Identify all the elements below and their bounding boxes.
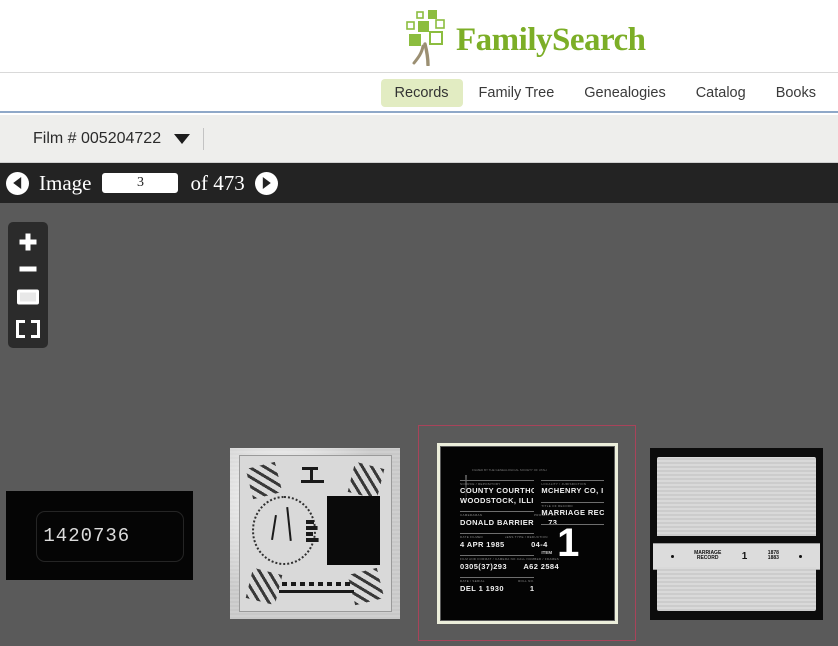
spine-dot-left	[671, 555, 674, 558]
target-frame	[239, 455, 392, 612]
tab-records[interactable]: Records	[381, 79, 463, 107]
image-label: Image	[39, 171, 91, 196]
zoom-control-panel	[8, 222, 48, 348]
target-caption-text	[282, 582, 351, 586]
tab-genealogies[interactable]: Genealogies	[570, 79, 679, 107]
target-corner-pattern	[348, 462, 385, 499]
thumbnail-viewer[interactable]: 1420736	[0, 203, 838, 646]
target-top-marks	[301, 467, 324, 487]
target-resolution-bars	[306, 518, 327, 546]
spine-dot-right	[799, 555, 802, 558]
toolbar-divider	[203, 128, 204, 150]
circle-left-arrow-icon[interactable]	[6, 172, 29, 195]
image-total-label: of 473	[190, 171, 244, 196]
rectangle-fit-icon[interactable]	[13, 282, 43, 312]
target-rule-line	[279, 590, 355, 593]
minus-icon[interactable]	[13, 260, 43, 278]
thumbnail-2-resolution-target[interactable]	[230, 448, 400, 619]
book-spine-band: MARRIAGE RECORD 1 1878 1883	[653, 543, 819, 571]
target-corner-pattern	[348, 568, 385, 605]
image-navigation-bar: Image of 473	[0, 163, 838, 203]
image-number-input[interactable]	[102, 173, 178, 193]
plus-icon[interactable]	[13, 228, 43, 256]
thumbnail-1-film-leader[interactable]: 1420736	[6, 491, 193, 580]
book-cover-lower	[657, 567, 816, 612]
main-navigation: Records Family Tree Genealogies Catalog …	[0, 74, 838, 113]
familysearch-logo[interactable]: FamilySearch	[403, 8, 646, 66]
spine-title-line2: RECORD	[697, 555, 719, 561]
film-leader-frame: 1420736	[6, 491, 193, 580]
familysearch-film-viewer-page: FamilySearch Records Family Tree Genealo…	[0, 0, 838, 646]
thumbnail-4-book-cover[interactable]: MARRIAGE RECORD 1 1878 1883	[650, 448, 823, 620]
site-header: FamilySearch	[0, 0, 838, 73]
microfilm-resolution-target	[230, 448, 400, 619]
film-number-label: Film # 005204722	[33, 130, 161, 148]
fullscreen-expand-icon[interactable]	[13, 316, 43, 342]
family-tree-logo-icon	[403, 8, 459, 66]
target-corner-pattern	[245, 568, 282, 605]
circle-right-arrow-icon[interactable]	[255, 172, 278, 195]
spine-volume-number: 1	[742, 551, 748, 562]
tab-catalog[interactable]: Catalog	[682, 79, 760, 107]
film-leader-number: 1420736	[43, 525, 130, 547]
spine-title: MARRIAGE RECORD	[694, 551, 721, 562]
tab-books[interactable]: Books	[762, 79, 830, 107]
book-cover-upper	[657, 457, 816, 536]
selected-thumbnail-inner-border	[437, 443, 618, 624]
film-number-bar: Film # 005204722	[0, 115, 838, 163]
spine-year-end: 1883	[768, 555, 779, 561]
target-black-patch	[327, 496, 380, 564]
tab-family-tree[interactable]: Family Tree	[465, 79, 569, 107]
brand-name: FamilySearch	[456, 24, 646, 57]
book-cover-image: MARRIAGE RECORD 1 1878 1883	[650, 448, 823, 620]
chevron-down-icon[interactable]	[174, 134, 190, 144]
spine-years: 1878 1883	[768, 551, 779, 562]
target-corner-pattern	[245, 462, 282, 499]
